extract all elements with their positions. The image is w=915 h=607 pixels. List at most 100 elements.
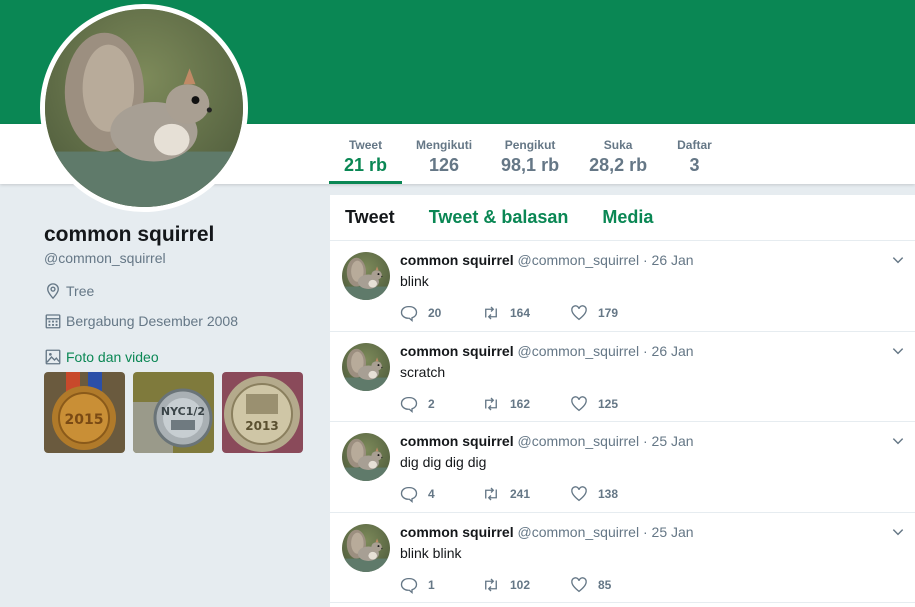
- stat-lists[interactable]: Daftar 3: [662, 124, 727, 184]
- like-button[interactable]: 179: [570, 304, 618, 322]
- retweet-button[interactable]: 241: [482, 485, 570, 503]
- profile-joined: Bergabung Desember 2008: [44, 312, 314, 330]
- tweet[interactable]: common squirrel @common_squirrel · 25 Ja…: [330, 513, 915, 603]
- stat-following[interactable]: Mengikuti 126: [402, 124, 486, 184]
- chevron-down-icon[interactable]: [891, 344, 905, 358]
- chevron-down-icon[interactable]: [891, 434, 905, 448]
- tweet-text: blink: [400, 273, 429, 289]
- squirrel-photo-icon: [342, 252, 390, 300]
- profile-handle[interactable]: @common_squirrel: [44, 250, 314, 266]
- retweet-icon: [485, 306, 497, 320]
- image-icon: [45, 349, 61, 365]
- tweet-actions: 4 241 138: [400, 485, 618, 503]
- tab-tweets[interactable]: Tweet: [345, 207, 395, 228]
- calendar-icon: [45, 314, 61, 329]
- tweet-date[interactable]: 25 Jan: [652, 433, 694, 449]
- squirrel-photo-icon: [342, 433, 390, 481]
- like-count: 138: [598, 487, 619, 501]
- tweet-author-handle[interactable]: @common_squirrel: [517, 343, 639, 359]
- stat-label: Suka: [603, 138, 633, 152]
- tweet-author-handle[interactable]: @common_squirrel: [517, 433, 639, 449]
- photos-videos-label: Foto dan video: [66, 349, 159, 365]
- tweet-header: common squirrel @common_squirrel · 26 Ja…: [400, 252, 694, 268]
- profile-name[interactable]: common squirrel: [44, 222, 314, 248]
- retweet-count: 162: [510, 396, 531, 411]
- tweet-author-handle[interactable]: @common_squirrel: [517, 252, 639, 268]
- reply-icon: [400, 305, 418, 322]
- heart-icon: [571, 395, 587, 411]
- svg-text:2013: 2013: [245, 419, 278, 433]
- tweet-header: common squirrel @common_squirrel · 26 Ja…: [400, 343, 694, 359]
- retweet-button[interactable]: 162: [482, 395, 570, 413]
- photos-videos-link[interactable]: Foto dan video: [44, 348, 314, 366]
- tweet-separator: ·: [642, 433, 648, 449]
- tweet[interactable]: common squirrel @common_squirrel · 26 Ja…: [330, 241, 915, 332]
- squirrel-photo-icon: [342, 524, 390, 572]
- profile-sidebar: common squirrel @common_squirrel Tree Be…: [44, 222, 314, 453]
- stat-label: Mengikuti: [416, 138, 473, 152]
- tweet-date[interactable]: 25 Jan: [652, 524, 694, 540]
- tweet-avatar[interactable]: [342, 343, 390, 391]
- tweet-author-name[interactable]: common squirrel: [400, 433, 514, 449]
- media-thumb[interactable]: 2013: [222, 372, 303, 453]
- joined-text: Bergabung Desember 2008: [66, 313, 239, 329]
- stat-likes[interactable]: Suka 28,2 rb: [574, 124, 662, 184]
- reply-icon: [400, 396, 418, 413]
- tweet-separator: ·: [642, 523, 648, 540]
- tweet-header: common squirrel @common_squirrel · 25 Ja…: [400, 433, 694, 449]
- reply-count: 1: [428, 577, 435, 592]
- stat-value: 3: [689, 155, 700, 175]
- retweet-count: 102: [510, 577, 531, 592]
- squirrel-photo-icon: [45, 9, 243, 207]
- medal-2015-icon: 2015: [44, 372, 125, 453]
- tab-tweets-and-replies[interactable]: Tweet & balasan: [429, 207, 569, 228]
- chevron-down-icon[interactable]: [891, 253, 905, 267]
- tweet-author-name[interactable]: common squirrel: [400, 343, 514, 359]
- tweet-avatar[interactable]: [342, 252, 390, 300]
- stat-value: 21 rb: [344, 155, 388, 175]
- chevron-down-icon[interactable]: [891, 525, 905, 539]
- media-thumb[interactable]: NYC1/2: [133, 372, 214, 453]
- profile-stats: Tweet 21 rb Mengikuti 126 Pengikut 98,1 …: [329, 124, 727, 184]
- tab-media[interactable]: Media: [602, 207, 653, 228]
- reply-button[interactable]: 2: [400, 395, 482, 413]
- tweet-avatar[interactable]: [342, 524, 390, 572]
- reply-button[interactable]: 4: [400, 485, 482, 503]
- medal-2013-marathon-icon: 2013: [222, 372, 303, 453]
- like-count: 179: [598, 306, 619, 320]
- heart-icon: [571, 305, 587, 321]
- tweet-avatar[interactable]: [342, 433, 390, 481]
- retweet-icon: [485, 578, 497, 591]
- tweet[interactable]: common squirrel @common_squirrel · 25 Ja…: [330, 422, 915, 513]
- media-thumb[interactable]: 2015: [44, 372, 125, 453]
- tweet-separator: ·: [642, 252, 648, 268]
- retweet-button[interactable]: 102: [482, 576, 570, 594]
- tweet-author-name[interactable]: common squirrel: [400, 252, 514, 268]
- profile-avatar[interactable]: [40, 4, 248, 212]
- timeline-tabs: Tweet Tweet & balasan Media: [330, 195, 915, 241]
- like-count: 125: [598, 396, 619, 411]
- stat-followers[interactable]: Pengikut 98,1 rb: [486, 124, 574, 184]
- profile-location: Tree: [44, 282, 314, 300]
- reply-count: 20: [428, 306, 442, 320]
- reply-count: 2: [428, 396, 435, 411]
- tweet-header: common squirrel @common_squirrel · 25 Ja…: [400, 524, 694, 540]
- tweet-date[interactable]: 26 Jan: [652, 343, 694, 359]
- retweet-count: 164: [510, 306, 531, 320]
- reply-button[interactable]: 1: [400, 576, 482, 594]
- like-button[interactable]: 125: [570, 395, 618, 413]
- tweet-author-name[interactable]: common squirrel: [400, 524, 514, 540]
- like-button[interactable]: 85: [570, 576, 611, 594]
- tweet-actions: 20 164 179: [400, 304, 618, 322]
- reply-button[interactable]: 20: [400, 304, 482, 322]
- reply-count: 4: [428, 487, 435, 501]
- tweet-author-handle[interactable]: @common_squirrel: [517, 524, 639, 540]
- tweet-date[interactable]: 26 Jan: [652, 252, 694, 268]
- stat-tweets[interactable]: Tweet 21 rb: [329, 124, 403, 184]
- media-thumbnails: 2015 NYC1/2 2013: [44, 372, 314, 453]
- retweet-button[interactable]: 164: [482, 304, 570, 322]
- like-button[interactable]: 138: [570, 485, 618, 503]
- tweet[interactable]: common squirrel @common_squirrel · 26 Ja…: [330, 332, 915, 422]
- reply-icon: [400, 486, 418, 503]
- reply-icon: [400, 577, 418, 594]
